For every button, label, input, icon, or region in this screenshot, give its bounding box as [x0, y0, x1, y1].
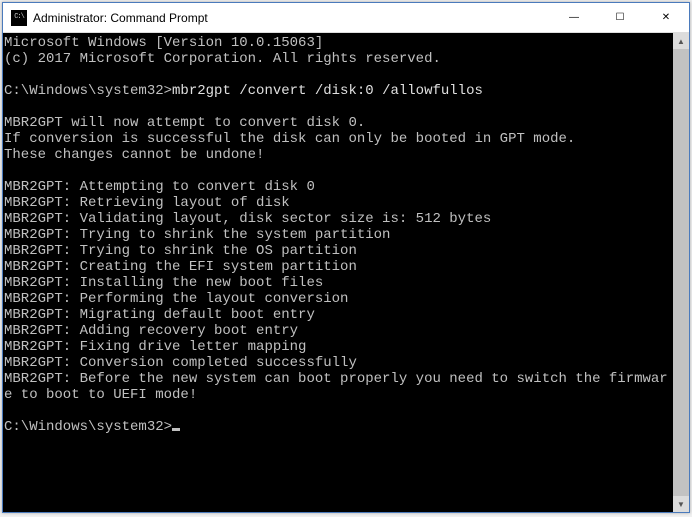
- log-line: MBR2GPT: Conversion completed successful…: [4, 355, 357, 371]
- copyright-line: (c) 2017 Microsoft Corporation. All righ…: [4, 51, 441, 67]
- log-line: MBR2GPT: Migrating default boot entry: [4, 307, 315, 323]
- log-line: MBR2GPT: Adding recovery boot entry: [4, 323, 298, 339]
- scroll-up-button[interactable]: ▲: [673, 33, 689, 49]
- preamble-line: If conversion is successful the disk can…: [4, 131, 575, 147]
- prompt-1-command: mbr2gpt /convert /disk:0 /allowfullos: [172, 83, 483, 99]
- log-line: MBR2GPT: Creating the EFI system partiti…: [4, 259, 357, 275]
- cmd-icon: C:\: [11, 10, 27, 26]
- close-button[interactable]: ✕: [643, 3, 689, 32]
- log-line: MBR2GPT: Validating layout, disk sector …: [4, 211, 491, 227]
- scrollbar-thumb[interactable]: [673, 49, 689, 496]
- prompt-2-path: C:\Windows\system32>: [4, 419, 172, 435]
- prompt-1-path: C:\Windows\system32>: [4, 83, 172, 99]
- titlebar[interactable]: C:\ Administrator: Command Prompt — ☐ ✕: [3, 3, 689, 33]
- log-line: MBR2GPT: Fixing drive letter mapping: [4, 339, 306, 355]
- cursor: [172, 428, 180, 431]
- log-line: MBR2GPT: Attempting to convert disk 0: [4, 179, 315, 195]
- cmd-icon-text: C:\: [14, 14, 24, 21]
- minimize-button[interactable]: —: [551, 3, 597, 32]
- log-line: MBR2GPT: Installing the new boot files: [4, 275, 323, 291]
- log-line: MBR2GPT: Before the new system can boot …: [4, 371, 668, 403]
- maximize-button[interactable]: ☐: [597, 3, 643, 32]
- vertical-scrollbar[interactable]: ▲ ▼: [673, 33, 689, 512]
- preamble-line: These changes cannot be undone!: [4, 147, 264, 163]
- window-controls: — ☐ ✕: [551, 3, 689, 32]
- scroll-down-button[interactable]: ▼: [673, 496, 689, 512]
- preamble-line: MBR2GPT will now attempt to convert disk…: [4, 115, 365, 131]
- log-line: MBR2GPT: Performing the layout conversio…: [4, 291, 348, 307]
- log-line: MBR2GPT: Trying to shrink the system par…: [4, 227, 390, 243]
- scrollbar-track[interactable]: [673, 49, 689, 496]
- log-line: MBR2GPT: Trying to shrink the OS partiti…: [4, 243, 357, 259]
- window-title: Administrator: Command Prompt: [33, 11, 551, 25]
- command-prompt-window: C:\ Administrator: Command Prompt — ☐ ✕ …: [2, 2, 690, 513]
- os-version-line: Microsoft Windows [Version 10.0.15063]: [4, 35, 323, 51]
- terminal-output[interactable]: Microsoft Windows [Version 10.0.15063] (…: [3, 33, 673, 512]
- log-line: MBR2GPT: Retrieving layout of disk: [4, 195, 290, 211]
- terminal-area: Microsoft Windows [Version 10.0.15063] (…: [3, 33, 689, 512]
